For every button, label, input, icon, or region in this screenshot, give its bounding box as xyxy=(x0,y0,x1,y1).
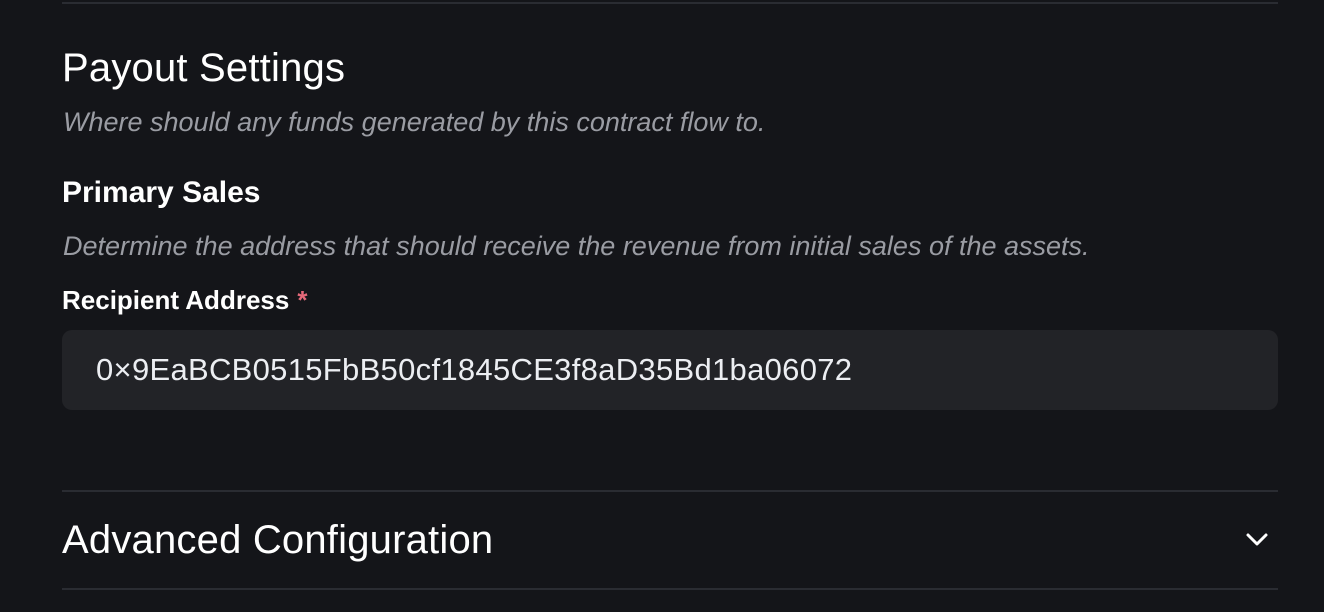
section-title: Payout Settings xyxy=(62,46,346,90)
top-divider xyxy=(62,2,1278,4)
bottom-divider xyxy=(62,588,1278,590)
required-marker: * xyxy=(297,285,308,315)
recipient-address-label-text: Recipient Address xyxy=(62,285,290,315)
advanced-configuration-toggle[interactable]: Advanced Configuration xyxy=(62,492,1278,588)
primary-sales-description: Determine the address that should receiv… xyxy=(63,231,1090,261)
payout-settings-page: Payout Settings Where should any funds g… xyxy=(0,0,1324,612)
advanced-configuration-title: Advanced Configuration xyxy=(62,518,494,562)
recipient-address-input[interactable] xyxy=(62,330,1278,410)
primary-sales-heading: Primary Sales xyxy=(62,176,261,209)
recipient-address-label: Recipient Address * xyxy=(62,285,307,316)
section-subtitle: Where should any funds generated by this… xyxy=(63,107,766,137)
chevron-down-icon[interactable] xyxy=(1244,526,1270,552)
